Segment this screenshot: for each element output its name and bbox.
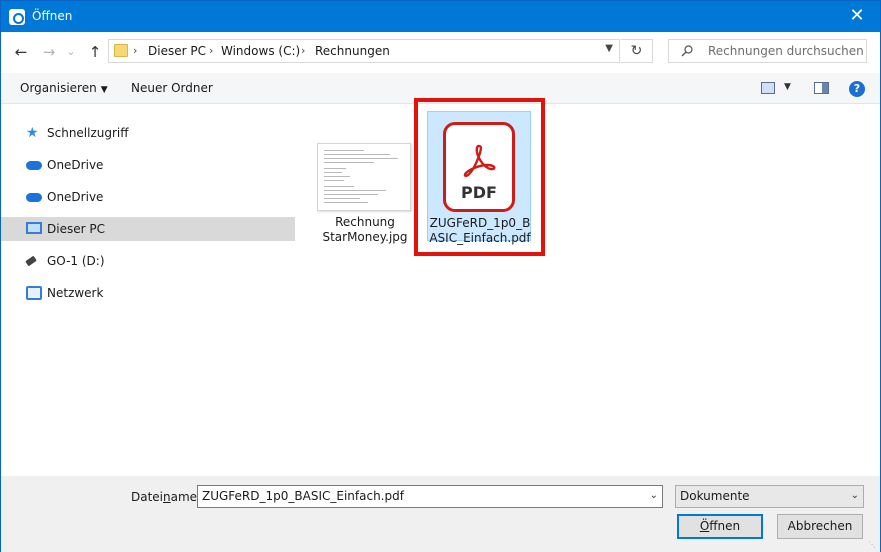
- breadcrumb-separator: ›: [133, 44, 138, 57]
- file-name-line: StarMoney.jpg: [322, 230, 408, 244]
- sidebar-item-onedrive-2[interactable]: OneDrive: [1, 185, 295, 209]
- navigation-bar: ← → ⌄ ↑ › Dieser PC › Windows (C:) › Rec…: [1, 32, 880, 72]
- star-icon: ★: [26, 125, 39, 141]
- cloud-icon: [26, 193, 42, 202]
- folder-icon: [114, 44, 128, 57]
- help-icon[interactable]: ?: [849, 81, 865, 97]
- network-icon: [26, 286, 42, 300]
- bottom-panel: Dateiname: ZUGFeRD_1p0_BASIC_Einfach.pdf…: [1, 476, 880, 552]
- sidebar-item-onedrive[interactable]: OneDrive: [1, 153, 295, 177]
- search-placeholder: Rechnungen durchsuchen: [708, 44, 864, 58]
- breadcrumb-separator: ›: [209, 44, 214, 57]
- search-input[interactable]: Rechnungen durchsuchen: [668, 39, 867, 63]
- file-name: Rechnung StarMoney.jpg: [313, 215, 417, 245]
- open-button[interactable]: Öffnen: [677, 514, 763, 539]
- organize-button[interactable]: Organisieren ▼: [20, 81, 108, 95]
- filetype-select[interactable]: Dokumente ⌄: [675, 485, 864, 508]
- organize-label: Organisieren: [20, 81, 97, 95]
- window-title: Öffnen: [32, 9, 73, 23]
- search-icon: [681, 45, 693, 57]
- back-button[interactable]: ←: [11, 42, 31, 62]
- sidebar-item-go1-drive[interactable]: GO-1 (D:): [1, 249, 295, 273]
- sidebar-item-schnellzugriff[interactable]: ★ Schnellzugriff: [1, 121, 295, 145]
- filename-input[interactable]: ZUGFeRD_1p0_BASIC_Einfach.pdf ⌄: [197, 485, 663, 508]
- sidebar-item-netzwerk[interactable]: Netzwerk: [1, 281, 295, 305]
- sidebar-item-label: Netzwerk: [47, 286, 104, 300]
- forward-button[interactable]: →: [39, 42, 59, 62]
- sidebar-item-label: GO-1 (D:): [47, 254, 105, 268]
- filename-label: Dateiname:: [131, 490, 202, 504]
- breadcrumb-rechnungen[interactable]: Rechnungen: [315, 44, 390, 58]
- breadcrumb-dieser-pc[interactable]: Dieser PC: [148, 44, 206, 58]
- navigation-pane: ★ Schnellzugriff OneDrive OneDrive Diese…: [1, 105, 297, 476]
- chevron-down-icon[interactable]: ▼: [605, 43, 613, 54]
- recent-locations-button[interactable]: ⌄: [61, 42, 81, 62]
- computer-icon: [26, 222, 42, 234]
- close-button[interactable]: ✕: [834, 1, 880, 32]
- sidebar-item-label: OneDrive: [47, 158, 104, 172]
- image-thumbnail: [317, 143, 411, 211]
- resize-grip-icon[interactable]: ⋱: [868, 540, 878, 550]
- breadcrumb-windows-c[interactable]: Windows (C:): [221, 44, 300, 58]
- cancel-button[interactable]: Abbrechen: [777, 514, 863, 539]
- cloud-icon: [26, 161, 42, 170]
- file-name-line: Rechnung: [335, 215, 395, 229]
- address-bar[interactable]: › Dieser PC › Windows (C:) › Rechnungen …: [108, 39, 620, 63]
- filetype-value: Dokumente: [680, 489, 750, 503]
- sidebar-item-label: Schnellzugriff: [47, 126, 129, 140]
- breadcrumb-separator: ›: [301, 44, 306, 57]
- sidebar-item-dieser-pc[interactable]: Dieser PC: [1, 217, 295, 241]
- chevron-down-icon[interactable]: ⌄: [650, 490, 658, 501]
- title-bar: Öffnen ✕: [1, 1, 880, 32]
- open-file-dialog: Öffnen ✕ ← → ⌄ ↑ › Dieser PC › Windows (…: [0, 0, 881, 552]
- preview-pane-icon[interactable]: [814, 82, 829, 94]
- app-icon: [9, 9, 25, 25]
- file-item-rechnung-starmoney[interactable]: Rechnung StarMoney.jpg: [305, 111, 411, 244]
- view-options-caret-icon[interactable]: ▼: [784, 82, 791, 92]
- change-view-icon[interactable]: [761, 82, 775, 94]
- caret-down-icon: ▼: [100, 85, 108, 95]
- chevron-down-icon: ⌄: [850, 490, 859, 501]
- highlight-box-file: [414, 98, 545, 256]
- sidebar-item-label: OneDrive: [47, 190, 104, 204]
- sidebar-item-label: Dieser PC: [47, 222, 105, 236]
- usb-drive-icon: [25, 255, 37, 267]
- up-button[interactable]: ↑: [85, 42, 105, 62]
- filename-value: ZUGFeRD_1p0_BASIC_Einfach.pdf: [202, 489, 404, 503]
- new-folder-button[interactable]: Neuer Ordner: [131, 81, 213, 95]
- refresh-button[interactable]: ↻: [621, 39, 653, 63]
- file-list: Rechnung StarMoney.jpg PDF ZUGFeRD_1p0_B…: [297, 105, 880, 476]
